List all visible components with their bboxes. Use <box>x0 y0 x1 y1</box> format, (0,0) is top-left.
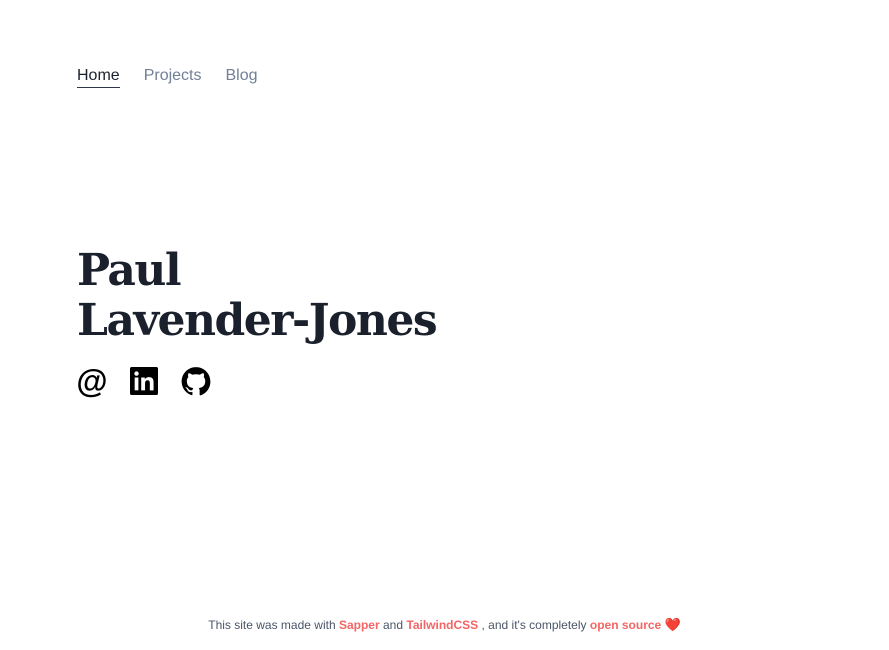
email-link[interactable]: @ <box>76 363 108 399</box>
linkedin-icon <box>130 367 158 395</box>
page-title: Paul Lavender-Jones <box>77 245 438 346</box>
nav-projects-link[interactable]: Projects <box>144 66 202 88</box>
github-icon <box>181 366 211 395</box>
social-links: @ <box>76 363 436 399</box>
heart-icon: ❤️ <box>664 617 681 632</box>
footer-prefix: This site was made with <box>208 618 336 632</box>
footer-middle: , and it's completely <box>481 618 587 632</box>
open-source-link[interactable]: open source <box>590 618 661 632</box>
main-nav: Home Projects Blog <box>77 66 258 88</box>
nav-home-link[interactable]: Home <box>77 66 120 88</box>
sapper-link[interactable]: Sapper <box>339 618 380 632</box>
linkedin-link[interactable] <box>129 366 159 396</box>
github-link[interactable] <box>181 366 211 396</box>
footer-and: and <box>383 618 404 632</box>
footer: This site was made with Sapper and Tailw… <box>0 617 889 633</box>
nav-blog-link[interactable]: Blog <box>225 66 257 88</box>
name-last: Lavender-Jones <box>77 295 438 346</box>
name-first: Paul <box>77 245 182 296</box>
at-icon: @ <box>76 363 108 399</box>
tailwindcss-link[interactable]: TailwindCSS <box>406 618 478 632</box>
hero: Paul Lavender-Jones @ <box>76 245 438 399</box>
page: Home Projects Blog Paul Lavender-Jones @ <box>0 0 889 650</box>
